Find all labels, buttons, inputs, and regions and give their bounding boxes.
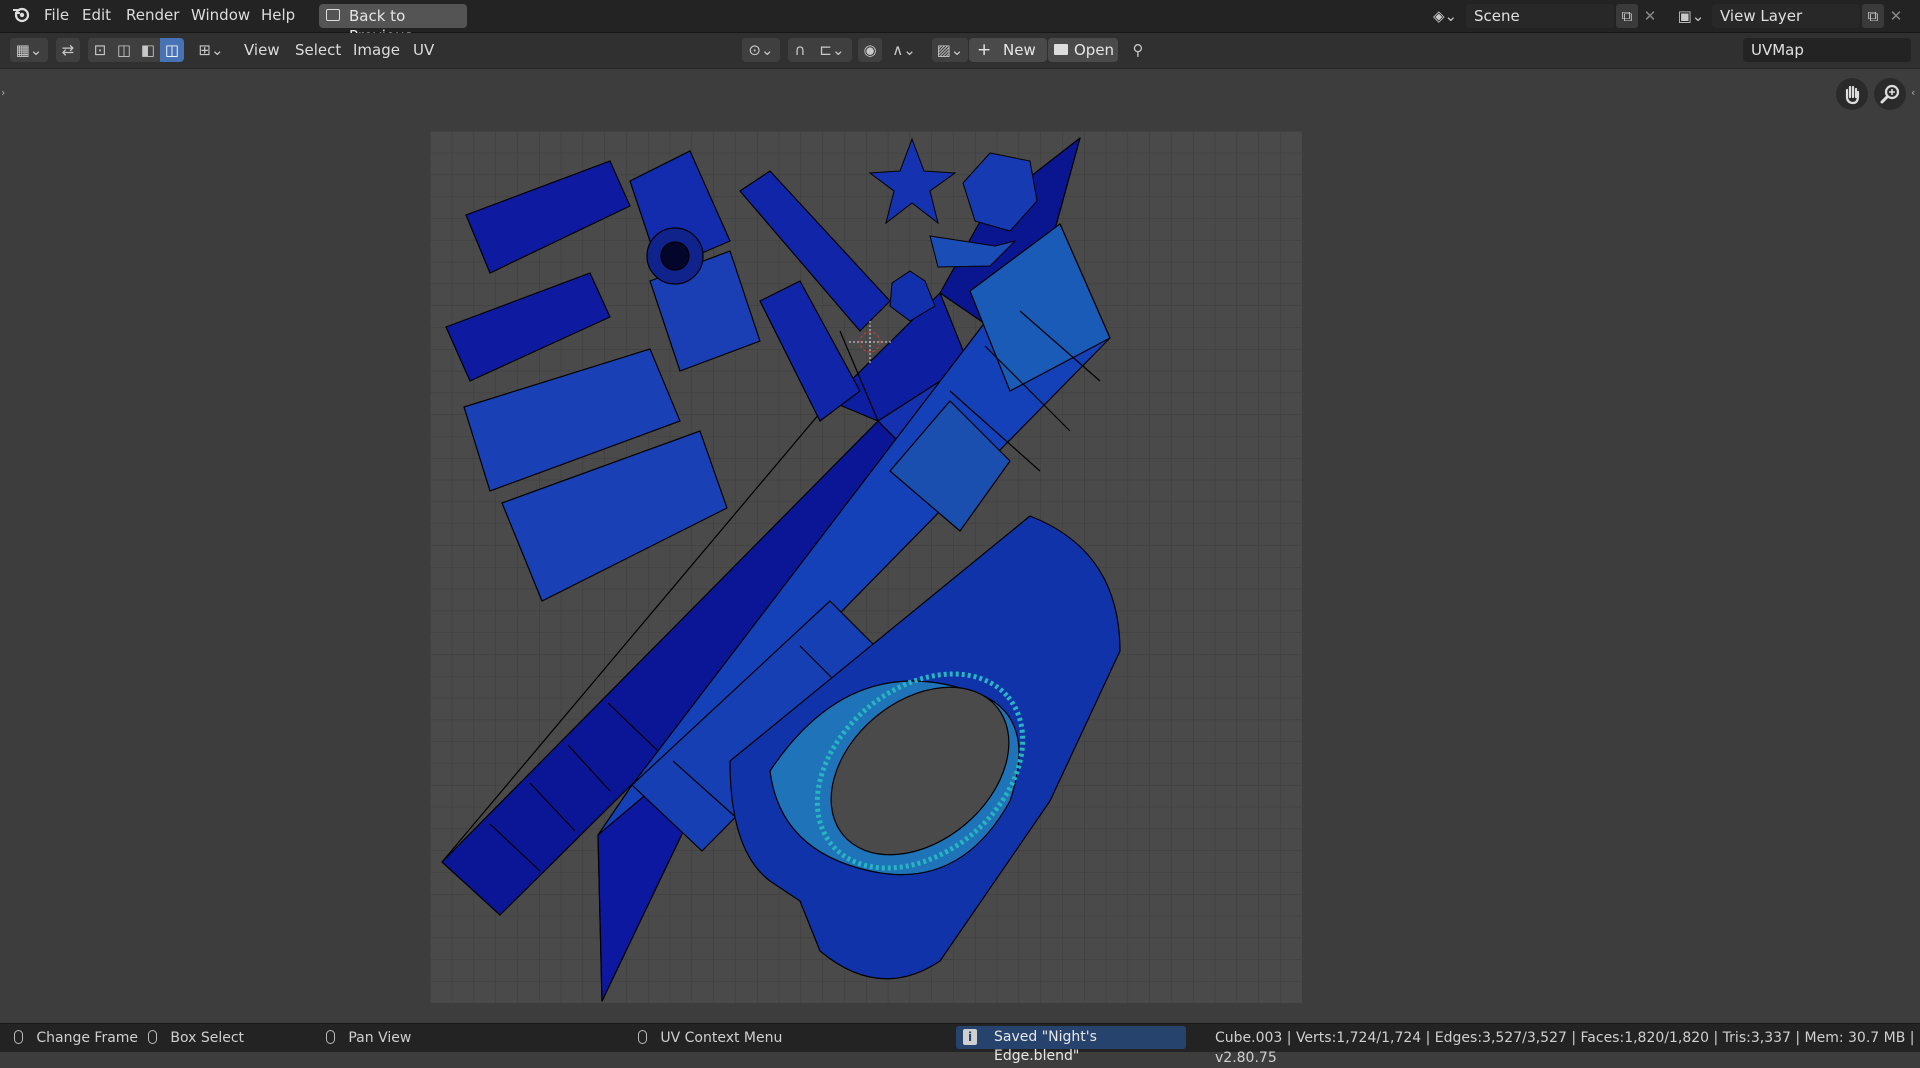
falloff-icon[interactable]: ∧⌄	[886, 38, 922, 62]
mouse-left-icon	[14, 1030, 23, 1044]
menu-view[interactable]: View	[244, 41, 280, 59]
uv-layout-svg	[430, 131, 1302, 1003]
pin-icon[interactable]: ⚲	[1126, 38, 1150, 62]
sync-selection-icon[interactable]: ⇄	[56, 38, 80, 62]
island-select-mode-icon[interactable]: ◫	[160, 38, 184, 62]
close-view-layer-icon[interactable]: ✕	[1886, 4, 1906, 28]
menu-window[interactable]: Window	[191, 6, 250, 24]
blender-logo-icon[interactable]	[8, 4, 34, 31]
snap-icon[interactable]: ∩	[788, 38, 812, 62]
hand-icon[interactable]	[1836, 78, 1868, 110]
mouse-middle-icon	[326, 1030, 335, 1044]
proportional-editing-icon[interactable]: ◉	[858, 38, 882, 62]
snap-target-icon[interactable]: ⊏⌄	[812, 38, 852, 62]
uvmap-field[interactable]: UVMap	[1743, 38, 1911, 62]
menu-edit[interactable]: Edit	[82, 6, 111, 24]
sidebar-toggle-icon[interactable]: ‹	[1911, 84, 1919, 102]
face-select-mode-icon[interactable]: ◧	[136, 38, 160, 62]
menu-help[interactable]: Help	[261, 6, 295, 24]
pivot-point-icon[interactable]: ⊙⌄	[742, 38, 780, 62]
sticky-selection-icon[interactable]: ⊞⌄	[194, 38, 228, 62]
menu-file[interactable]: File	[44, 6, 69, 24]
close-scene-icon[interactable]: ✕	[1640, 4, 1660, 28]
edge-select-mode-icon[interactable]: ◫	[112, 38, 136, 62]
change-frame-hint: Change Frame	[14, 1028, 138, 1048]
view-layer-field[interactable]: View Layer	[1712, 4, 1860, 28]
back-icon	[326, 9, 340, 21]
duplicate-view-layer-icon[interactable]: ⧉	[1862, 4, 1884, 28]
report-message[interactable]: i Saved "Night's Edge.blend"	[956, 1026, 1186, 1064]
view-layer-type-icon[interactable]: ▣⌄	[1674, 4, 1708, 28]
menu-image[interactable]: Image	[353, 41, 400, 59]
scene-type-icon[interactable]: ◈⌄	[1428, 4, 1462, 28]
pan-view-hint: Pan View	[326, 1028, 411, 1048]
saved-message: Saved "Night's Edge.blend"	[994, 1029, 1097, 1064]
scene-label: Scene	[1474, 7, 1520, 25]
mouse-drag-icon	[148, 1030, 157, 1044]
duplicate-scene-icon[interactable]: ⧉	[1616, 4, 1638, 28]
info-icon: i	[963, 1029, 977, 1045]
scene-stats: Cube.003 | Verts:1,724/1,724 | Edges:3,5…	[1215, 1030, 1915, 1066]
box-select-hint: Box Select	[148, 1028, 244, 1048]
image-browse-icon[interactable]: ▨⌄	[932, 38, 968, 62]
editor-type-icon[interactable]: ▦⌄	[10, 38, 48, 62]
scene-field[interactable]: Scene	[1466, 4, 1614, 28]
plus-icon: +	[977, 40, 992, 60]
folder-icon	[1054, 44, 1068, 55]
menu-render[interactable]: Render	[126, 6, 179, 24]
menu-select[interactable]: Select	[295, 41, 341, 59]
toolbar-toggle-icon[interactable]: ›	[1, 84, 9, 102]
back-to-previous-button[interactable]: Back to Previous	[319, 4, 467, 45]
open-image-label: Open	[1074, 41, 1115, 59]
view-layer-label: View Layer	[1720, 7, 1803, 25]
uv-context-menu-hint: UV Context Menu	[638, 1028, 782, 1048]
menu-uv[interactable]: UV	[413, 41, 434, 59]
uvmap-label: UVMap	[1751, 41, 1804, 59]
uv-canvas[interactable]	[430, 131, 1302, 1003]
new-image-button[interactable]: + New	[969, 38, 1047, 62]
top-bar: File Edit Render Window Help Back to Pre…	[0, 0, 1920, 45]
zoom-icon[interactable]	[1874, 78, 1906, 110]
uv-editor-header: ▦⌄ ⇄ ⊡ ◫ ◧ ◫ ⊞⌄ View Select Image UV ⊙⌄ …	[0, 33, 1920, 69]
mouse-right-icon	[638, 1030, 647, 1044]
new-image-label: New	[1003, 41, 1036, 59]
vertex-select-mode-icon[interactable]: ⊡	[88, 38, 112, 62]
open-image-button[interactable]: Open	[1048, 38, 1118, 62]
status-bar: Change Frame Box Select Pan View UV Cont…	[0, 1023, 1920, 1066]
